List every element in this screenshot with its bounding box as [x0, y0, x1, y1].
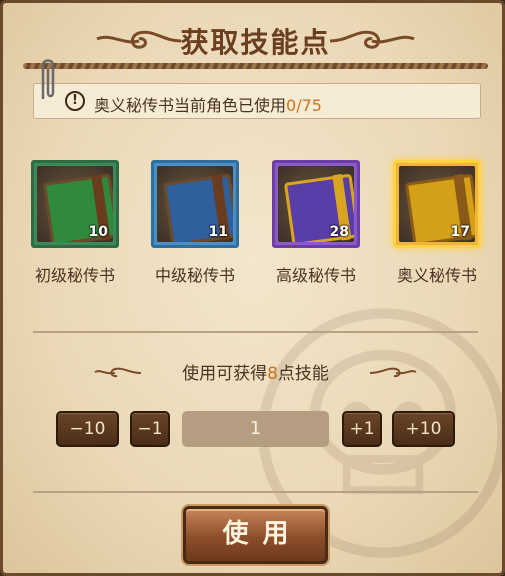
- item-quantity: 10: [88, 224, 108, 240]
- item-name: 奥义秘传书: [396, 266, 477, 285]
- skill-book-list: 10 初级秘传书 11 中级秘传书 28 高级秘传书 17 奥义秘传书: [23, 158, 493, 298]
- plus-1-button[interactable]: +1: [342, 411, 382, 447]
- item-intermediate-book[interactable]: 11 中级秘传书: [143, 158, 253, 288]
- item-advanced-book[interactable]: 28 高级秘传书: [264, 158, 374, 288]
- minus-10-button[interactable]: −10: [56, 411, 119, 447]
- quantity-input[interactable]: [182, 411, 329, 447]
- item-quantity: 28: [329, 224, 349, 240]
- item-slot-selected[interactable]: 17: [393, 160, 481, 248]
- item-slot[interactable]: 10: [31, 160, 119, 248]
- item-slot[interactable]: 11: [151, 160, 239, 248]
- divider: [33, 331, 478, 333]
- rope-divider: [23, 63, 488, 69]
- item-quantity: 17: [450, 224, 470, 240]
- gain-points: 8: [267, 364, 278, 384]
- item-name: 高级秘传书: [275, 266, 356, 285]
- notice-text: 奥义秘传书当前角色已使用0/75: [94, 96, 322, 115]
- title-bar: 获取技能点: [3, 13, 505, 63]
- divider: [33, 491, 478, 493]
- dialog-panel: 获取技能点 ! 奥义秘传书当前角色已使用0/75 10 初级秘传书 11 中级秘…: [0, 0, 505, 576]
- dialog-title: 获取技能点: [180, 26, 331, 59]
- use-button[interactable]: 使用: [183, 506, 328, 564]
- plus-10-button[interactable]: +10: [392, 411, 455, 447]
- paperclip-icon: [41, 59, 55, 99]
- usage-count: 0/75: [286, 96, 322, 115]
- usage-notice: ! 奥义秘传书当前角色已使用0/75: [33, 83, 481, 119]
- item-slot[interactable]: 28: [272, 160, 360, 248]
- right-swirl-ornament: [329, 30, 415, 49]
- item-beginner-book[interactable]: 10 初级秘传书: [23, 158, 133, 288]
- minus-1-button[interactable]: −1: [130, 411, 170, 447]
- item-mastery-book[interactable]: 17 奥义秘传书: [385, 158, 495, 288]
- item-quantity: 11: [208, 224, 228, 240]
- item-name: 初级秘传书: [34, 266, 115, 285]
- right-swirl-ornament: [369, 367, 417, 378]
- gain-text: 使用可获得8点技能: [182, 364, 329, 384]
- item-name: 中级秘传书: [154, 266, 235, 285]
- exclamation-icon: !: [65, 91, 85, 111]
